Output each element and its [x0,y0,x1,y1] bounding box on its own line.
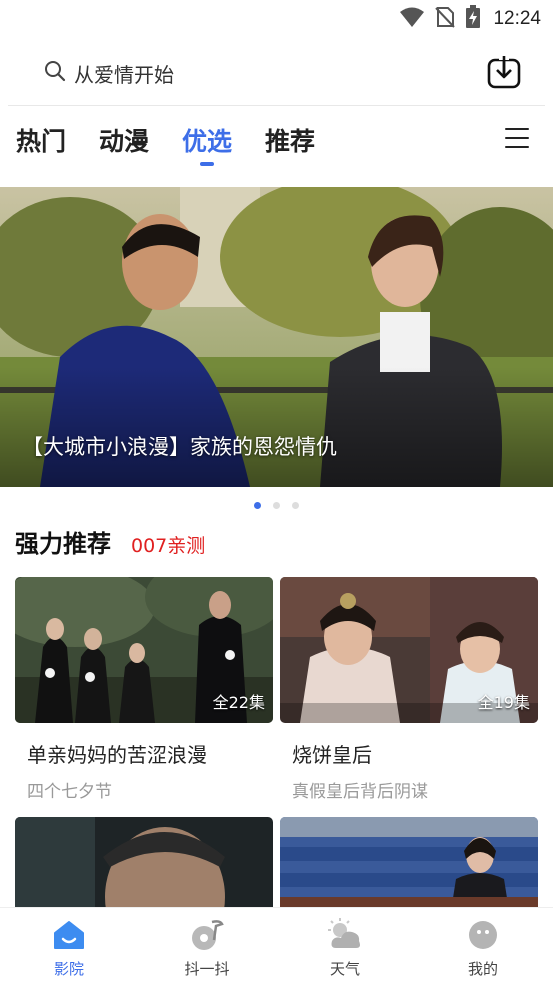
episode-badge: 全19集 [477,693,530,712]
video-subtitle: 真假皇后背后阴谋 [292,782,428,802]
nav-cinema[interactable]: 影院 [0,908,138,983]
nav-label: 抖一抖 [184,960,230,978]
bottom-nav: 影院 抖一抖 天气 我的 [0,907,553,983]
status-icons: 12:24 [399,5,541,33]
tab-anime[interactable]: 动漫 [99,122,149,158]
nav-label: 天气 [329,960,360,978]
nav-profile[interactable]: 我的 [414,908,552,983]
battery-charging-icon [465,5,481,33]
video-card-partial[interactable] [15,817,273,917]
section-title: 强力推荐 [15,530,111,558]
video-thumbnail [280,817,538,917]
music-note-icon [190,918,224,952]
weather-cloud-icon [328,918,362,952]
search-input[interactable]: 从爱情开始 [44,58,174,88]
tab-hot[interactable]: 热门 [16,122,66,158]
nav-label: 我的 [467,960,498,978]
status-time: 12:24 [493,8,541,29]
banner-caption: 【大城市小浪漫】家族的恩怨情仇 [22,435,337,459]
carousel-dot[interactable] [273,502,280,509]
category-tabs: 热门 动漫 优选 推荐 [0,112,553,172]
episode-badge: 全22集 [212,693,265,712]
section-header: 强力推荐 007亲测 [15,524,205,564]
video-title: 单亲妈妈的苦涩浪漫 [27,743,207,767]
section-tag: 007亲测 [131,535,206,557]
wifi-icon [399,6,425,32]
tab-recommended[interactable]: 推荐 [265,122,315,158]
video-title: 烧饼皇后 [292,743,372,767]
nav-weather[interactable]: 天气 [276,908,414,983]
status-bar: 12:24 [0,0,553,38]
video-thumbnail [15,817,273,917]
video-thumbnail: 全22集 [15,577,273,723]
cinema-home-icon [52,918,86,952]
search-icon [44,60,66,86]
search-divider [8,105,545,106]
carousel-dot[interactable] [254,502,261,509]
carousel-dots [0,500,553,512]
download-icon [487,56,521,94]
hamburger-menu-icon[interactable] [505,128,529,150]
search-row: 从爱情开始 [0,40,553,106]
video-card-partial[interactable] [280,817,538,917]
video-card[interactable]: 全19集 烧饼皇后 真假皇后背后阴谋 [280,577,538,802]
search-placeholder: 从爱情开始 [74,62,174,87]
tab-featured[interactable]: 优选 [182,122,232,158]
profile-icon [466,918,500,952]
nav-douyidou[interactable]: 抖一抖 [138,908,276,983]
banner-carousel[interactable]: 【大城市小浪漫】家族的恩怨情仇 [0,187,553,487]
no-sim-icon [435,6,456,32]
nav-label: 影院 [53,960,84,978]
video-subtitle: 四个七夕节 [27,782,112,802]
download-button[interactable] [487,56,521,90]
video-thumbnail: 全19集 [280,577,538,723]
carousel-dot[interactable] [292,502,299,509]
active-tab-indicator [200,162,214,166]
video-card[interactable]: 全22集 单亲妈妈的苦涩浪漫 四个七夕节 [15,577,273,802]
